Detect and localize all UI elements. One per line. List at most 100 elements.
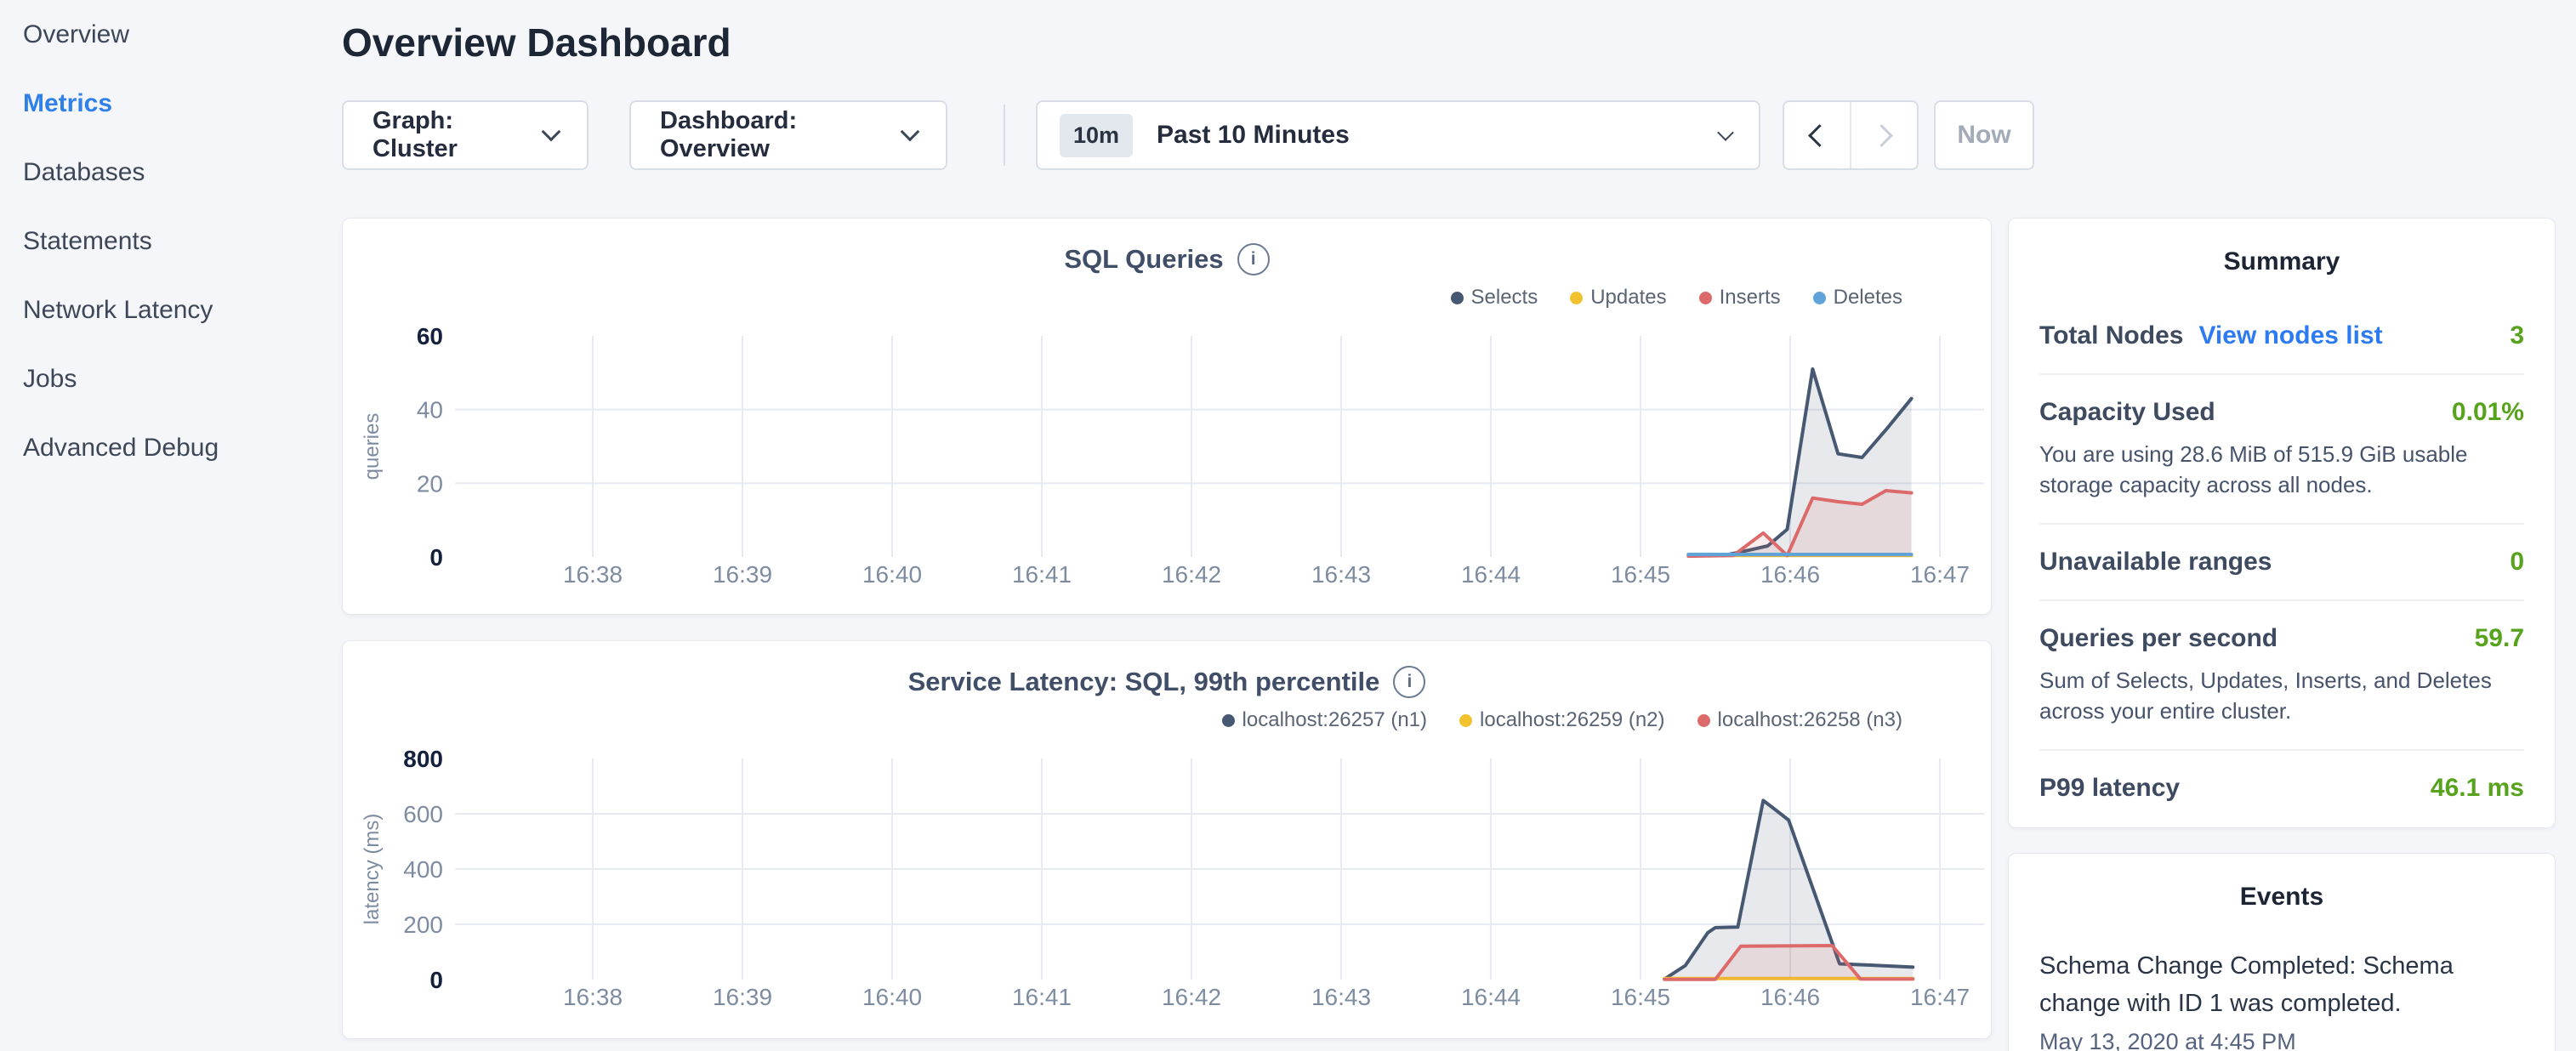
info-icon[interactable]: i	[1393, 666, 1425, 698]
dashboard-body: SQL Queries i Selects Updates Inserts Delet…	[342, 218, 2556, 1051]
svg-text:queries: queries	[361, 413, 384, 480]
summary-row-description: Sum of Selects, Updates, Inserts, and De…	[2039, 665, 2524, 726]
legend-item[interactable]: Deletes	[1813, 286, 1902, 310]
time-range-label: Past 10 Minutes	[1157, 121, 1720, 150]
sidebar-item-metrics[interactable]: Metrics	[0, 69, 342, 138]
sidebar-item-databases[interactable]: Databases	[0, 138, 342, 207]
legend-item[interactable]: Updates	[1570, 286, 1666, 310]
prev-time-button[interactable]	[1784, 102, 1850, 168]
svg-text:16:41: 16:41	[1012, 561, 1072, 588]
legend-item[interactable]: Inserts	[1699, 286, 1781, 310]
time-range-picker[interactable]: 10m Past 10 Minutes	[1036, 100, 1760, 170]
svg-text:16:38: 16:38	[563, 561, 623, 588]
legend-dot-icon	[1699, 292, 1712, 304]
summary-row-label: Unavailable ranges	[2039, 548, 2272, 577]
events-title: Events	[2039, 883, 2524, 912]
next-time-button[interactable]	[1850, 102, 1917, 168]
svg-text:16:46: 16:46	[1760, 561, 1820, 588]
graph-dropdown[interactable]: Graph: Cluster	[342, 100, 589, 170]
summary-row-description: You are using 28.6 MiB of 515.9 GiB usab…	[2039, 439, 2524, 500]
info-icon[interactable]: i	[1237, 243, 1270, 276]
summary-row-value: 46.1 ms	[2431, 774, 2524, 803]
svg-text:16:47: 16:47	[1910, 561, 1970, 588]
chart-legend: Selects Updates Inserts Deletes	[343, 283, 1991, 312]
event-message[interactable]: Schema Change Completed: Schema change w…	[2039, 947, 2465, 1022]
summary-row-total-nodes: Total Nodes View nodes list 3	[2039, 298, 2524, 373]
legend-item[interactable]: Selects	[1451, 286, 1538, 310]
legend-dot-icon	[1459, 714, 1472, 727]
svg-text:latency (ms): latency (ms)	[361, 814, 384, 925]
summary-row-queries-per-second: Queries per second 59.7 Sum of Selects, …	[2039, 599, 2524, 749]
chevron-down-icon	[1717, 124, 1734, 141]
summary-row-value: 3	[2510, 321, 2524, 350]
summary-row-label: Queries per second	[2039, 624, 2277, 653]
summary-row-label: P99 latency	[2039, 774, 2180, 803]
svg-text:16:44: 16:44	[1461, 984, 1521, 1010]
event-timestamp: May 13, 2020 at 4:45 PM	[2039, 1029, 2524, 1051]
app-root: Overview Metrics Databases Statements Ne…	[0, 0, 2576, 1051]
sidebar-item-jobs[interactable]: Jobs	[0, 344, 342, 413]
svg-text:16:39: 16:39	[713, 561, 772, 588]
sidebar: Overview Metrics Databases Statements Ne…	[0, 0, 342, 1051]
sql-queries-chart-card: SQL Queries i Selects Updates Inserts Delet…	[342, 218, 1992, 615]
legend-dot-icon	[1697, 714, 1710, 727]
summary-row-value: 0.01%	[2452, 398, 2524, 427]
legend-item[interactable]: localhost:26257 (n1)	[1222, 708, 1427, 732]
summary-panel: Summary Total Nodes View nodes list 3 Ca…	[2008, 218, 2556, 828]
svg-text:16:45: 16:45	[1611, 561, 1670, 588]
legend-dot-icon	[1451, 292, 1464, 304]
legend-item[interactable]: localhost:26259 (n2)	[1459, 708, 1664, 732]
svg-text:16:46: 16:46	[1760, 984, 1820, 1010]
svg-text:600: 600	[403, 801, 443, 827]
toolbar-divider	[1004, 105, 1005, 166]
chevron-right-icon	[1870, 124, 1893, 147]
svg-text:16:45: 16:45	[1611, 984, 1670, 1010]
chart-plot: 16:3816:3916:4016:4116:4216:4316:4416:45…	[343, 745, 1991, 1010]
legend-dot-icon	[1570, 292, 1583, 304]
legend-item[interactable]: localhost:26258 (n3)	[1697, 708, 1902, 732]
svg-text:16:39: 16:39	[713, 984, 772, 1010]
summary-row-label: Total Nodes	[2039, 321, 2183, 350]
summary-row-capacity-used: Capacity Used 0.01% You are using 28.6 M…	[2039, 373, 2524, 523]
chevron-down-icon	[901, 122, 920, 142]
chart-legend: localhost:26257 (n1) localhost:26259 (n2)…	[343, 706, 1991, 735]
svg-text:16:42: 16:42	[1162, 984, 1221, 1010]
sidebar-item-overview[interactable]: Overview	[0, 0, 342, 69]
svg-text:0: 0	[429, 544, 443, 571]
summary-row-p99-latency: P99 latency 46.1 ms	[2039, 749, 2524, 826]
svg-text:40: 40	[417, 397, 443, 423]
svg-text:60: 60	[417, 323, 443, 349]
graph-dropdown-label: Graph: Cluster	[372, 107, 531, 163]
svg-text:16:38: 16:38	[563, 984, 623, 1010]
view-nodes-list-link[interactable]: View nodes list	[2198, 321, 2382, 350]
summary-title: Summary	[2039, 247, 2524, 276]
main-content: Overview Dashboard Graph: Cluster Dashbo…	[342, 0, 2576, 1051]
svg-text:0: 0	[429, 967, 443, 993]
charts-column: SQL Queries i Selects Updates Inserts Delet…	[342, 218, 1992, 1051]
sidebar-item-statements[interactable]: Statements	[0, 207, 342, 276]
summary-row-value: 59.7	[2475, 624, 2524, 653]
summary-row-unavailable-ranges: Unavailable ranges 0	[2039, 523, 2524, 599]
svg-text:16:44: 16:44	[1461, 561, 1521, 588]
sidebar-item-network-latency[interactable]: Network Latency	[0, 276, 342, 344]
now-button[interactable]: Now	[1934, 100, 2034, 170]
svg-text:16:41: 16:41	[1012, 984, 1072, 1010]
legend-dot-icon	[1813, 292, 1826, 304]
svg-text:16:42: 16:42	[1162, 561, 1221, 588]
chart-title: SQL Queries	[1064, 244, 1223, 275]
service-latency-chart-card: Service Latency: SQL, 99th percentile i …	[342, 640, 1992, 1039]
svg-text:400: 400	[403, 856, 443, 883]
chart-plot: 16:3816:3916:4016:4116:4216:4316:4416:45…	[343, 322, 1991, 588]
svg-text:800: 800	[403, 746, 443, 772]
dashboard-dropdown-label: Dashboard: Overview	[660, 107, 890, 163]
summary-row-value: 0	[2510, 548, 2524, 577]
summary-row-label: Capacity Used	[2039, 398, 2215, 427]
svg-text:16:47: 16:47	[1910, 984, 1970, 1010]
events-panel: Events Schema Change Completed: Schema c…	[2008, 853, 2556, 1051]
dashboard-dropdown[interactable]: Dashboard: Overview	[629, 100, 947, 170]
chevron-down-icon	[542, 122, 561, 142]
svg-text:16:40: 16:40	[862, 984, 922, 1010]
sidebar-item-advanced-debug[interactable]: Advanced Debug	[0, 413, 342, 482]
right-column: Summary Total Nodes View nodes list 3 Ca…	[2008, 218, 2556, 1051]
time-range-badge: 10m	[1060, 114, 1133, 157]
